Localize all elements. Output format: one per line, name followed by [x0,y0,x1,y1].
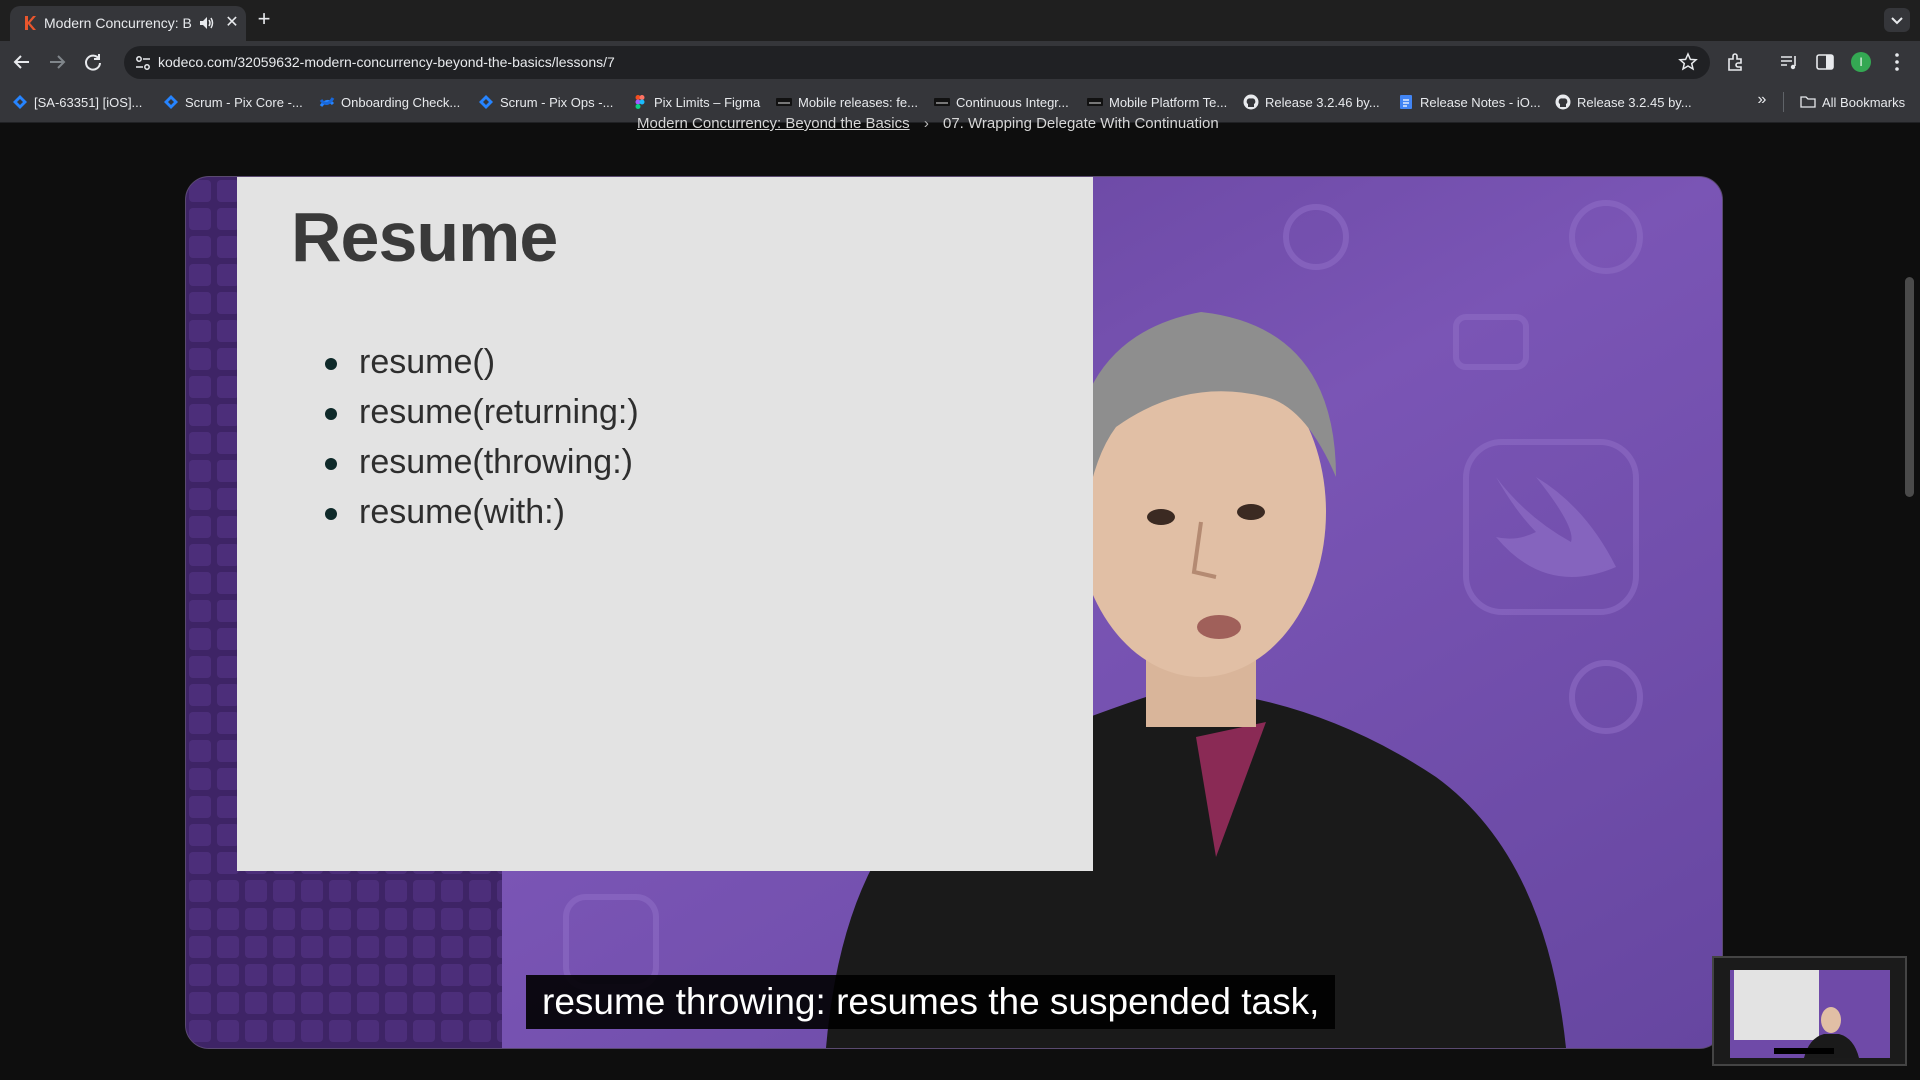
browser-toolbar: kodeco.com/32059632-modern-concurrency-b… [0,41,1920,82]
chevron-right-icon: › [923,115,929,132]
media-controls-icon[interactable] [1778,51,1800,73]
slide-bullet-item: resume(returning:) [323,387,639,437]
site-icon [934,98,950,106]
site-icon [776,98,792,106]
bookmark-item[interactable]: Release 3.2.45 by... [1555,93,1692,111]
bookmark-item[interactable]: Scrum - Pix Core -... [163,93,303,111]
bookmark-item[interactable]: Scrum - Pix Ops -... [478,93,613,111]
bookmark-item[interactable]: Continuous Integr... [934,93,1069,111]
bookmark-item[interactable]: Mobile releases: fe... [776,93,918,111]
tab-title: Modern Concurrency: Beyond the Basics [44,15,192,31]
url-text[interactable]: kodeco.com/32059632-modern-concurrency-b… [158,54,615,70]
folder-icon [1800,96,1816,108]
github-icon [1555,94,1571,110]
speaker-icon[interactable] [198,14,216,32]
slide-bullet-item: resume(throwing:) [323,437,639,487]
browser-tab-active[interactable]: Modern Concurrency: Beyond the Basics ✕ [10,6,246,41]
jira-icon [164,95,178,109]
back-icon[interactable] [9,49,35,75]
close-tab-icon[interactable]: ✕ [222,13,242,33]
breadcrumb-course-link[interactable]: Modern Concurrency: Beyond the Basics [637,115,910,132]
docs-icon [1400,95,1412,109]
presentation-slide: Resume resume() resume(returning:) resum… [237,177,1093,871]
picture-in-picture-preview[interactable] [1712,956,1907,1066]
bookmark-item[interactable]: Release 3.2.46 by... [1243,93,1380,111]
site-settings-icon[interactable] [134,54,152,72]
lesson-page: Modern Concurrency: Beyond the Basics › … [0,115,1920,1080]
slide-bullet-item: resume(with:) [323,487,639,537]
bookmark-item[interactable]: [SA-63351] [iOS]... [12,93,142,111]
bookmark-item[interactable]: Onboarding Check... [319,93,460,111]
breadcrumb-current-lesson: 07. Wrapping Delegate With Continuation [942,115,1219,132]
kodeco-favicon-icon [25,16,36,30]
tab-search-button[interactable] [1884,8,1910,32]
github-icon [1243,94,1259,110]
address-bar[interactable]: kodeco.com/32059632-modern-concurrency-b… [124,46,1710,79]
figma-icon [635,95,645,109]
menu-dots-icon[interactable] [1886,51,1908,73]
more-bookmarks-icon[interactable]: » [1752,91,1772,111]
bookmark-item[interactable]: Pix Limits – Figma [632,93,760,111]
jira-icon [479,95,493,109]
video-player[interactable]: Resume resume() resume(returning:) resum… [185,176,1723,1049]
forward-icon[interactable] [44,49,70,75]
bookmarks-divider [1783,92,1784,112]
jira-icon [13,95,27,109]
video-caption: resume throwing: resumes the suspended t… [526,975,1336,1029]
bookmark-item[interactable]: Mobile Platform Te... [1087,93,1227,111]
bookmark-star-icon[interactable] [1678,52,1698,72]
slide-bullet-item: resume() [323,337,639,387]
chevron-down-icon [1891,17,1903,25]
breadcrumb: Modern Concurrency: Beyond the Basics › … [637,115,1219,132]
bookmark-item[interactable]: Release Notes - iO... [1398,93,1541,111]
tab-strip: Modern Concurrency: Beyond the Basics ✕ … [0,0,1920,41]
slide-bullet-list: resume() resume(returning:) resume(throw… [323,337,639,537]
page-scrollbar[interactable] [1905,277,1914,497]
all-bookmarks-button[interactable]: All Bookmarks [1800,93,1905,111]
slide-title: Resume [291,198,558,276]
side-panel-icon[interactable] [1814,51,1836,73]
profile-avatar[interactable]: I [1851,52,1871,72]
extensions-icon[interactable] [1725,51,1747,73]
site-icon [1087,98,1103,106]
confluence-icon [319,97,335,107]
new-tab-button[interactable]: + [252,8,276,32]
reload-icon[interactable] [80,49,106,75]
